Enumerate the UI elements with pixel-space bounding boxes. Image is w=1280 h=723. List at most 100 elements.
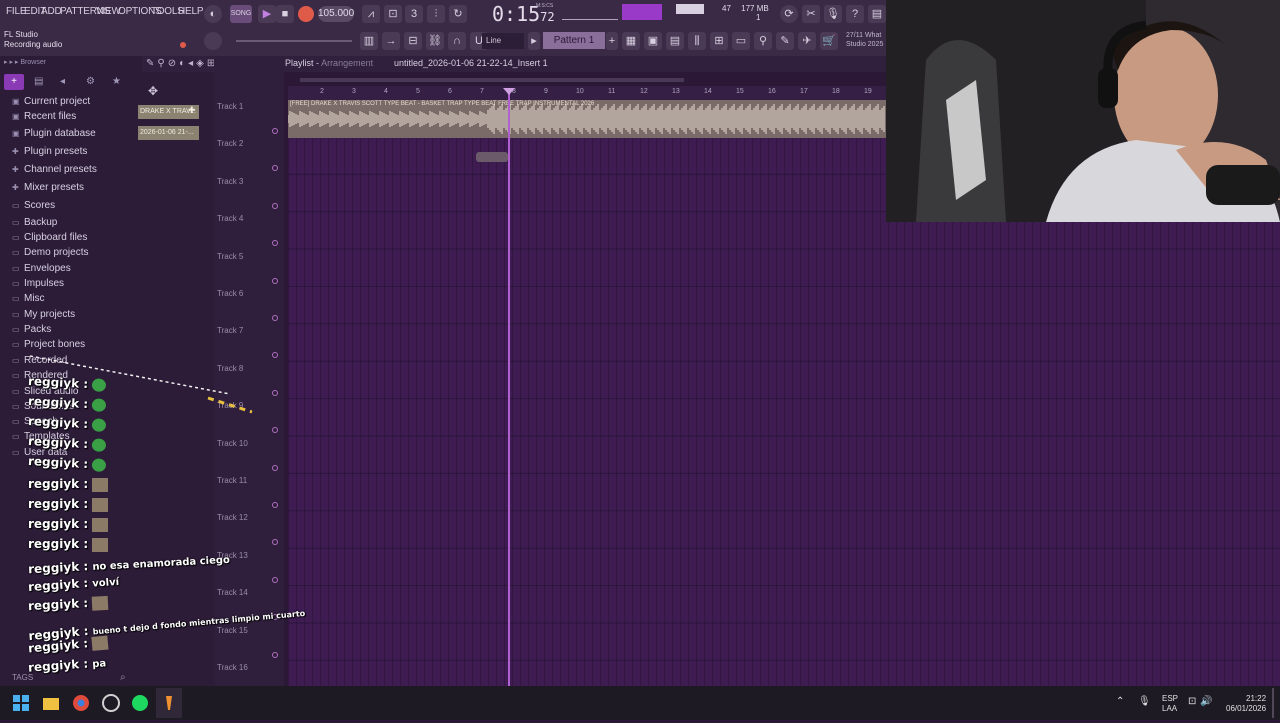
browser-item[interactable]: ▭ Clipboard files <box>12 232 87 243</box>
taskbar-clock[interactable]: 21:22 06/01/2026 <box>1226 694 1266 714</box>
pattern-selector[interactable]: Pattern 1 <box>543 32 605 49</box>
piano-icon[interactable]: ▥ <box>360 32 378 50</box>
file-explorer-icon[interactable] <box>42 694 60 712</box>
browser-star-icon[interactable]: ★ <box>112 76 121 87</box>
countdown-icon[interactable]: 3 <box>405 5 423 23</box>
menu-add[interactable]: ADD <box>41 6 62 17</box>
plugin-icon[interactable]: ⚲ <box>754 32 772 50</box>
magnet-icon[interactable]: ∩ <box>448 32 466 50</box>
cpu-refresh-icon[interactable]: ⟳ <box>780 5 798 23</box>
track-label[interactable]: Track 7 <box>217 326 243 335</box>
browser-plugin-icon[interactable]: ⚙ <box>86 76 95 87</box>
browser-item[interactable]: ▭ Scores <box>12 200 55 211</box>
browser-item[interactable]: ▭ Backup <box>12 217 57 228</box>
track-mute-icon[interactable] <box>272 315 278 321</box>
track-label[interactable]: Track 14 <box>217 588 248 597</box>
arrow-icon[interactable]: → <box>382 32 400 50</box>
playlist-icon[interactable]: ▦ <box>622 32 640 50</box>
cart-icon[interactable]: 🛒 <box>820 32 838 50</box>
save-icon[interactable]: ▤ <box>868 5 886 23</box>
timeline-ruler[interactable]: 2 3 4 5 6 7 8 9 10 11 12 13 14 15 16 17 18 19 <box>288 86 886 100</box>
master-slider[interactable] <box>236 40 352 42</box>
microphone-icon[interactable]: 🎙 <box>824 5 842 23</box>
browser-item[interactable]: ▭ Impulses <box>12 278 64 289</box>
browser-back-icon[interactable]: ◂ <box>60 76 65 87</box>
wait-input-icon[interactable]: ⊡ <box>384 5 402 23</box>
browser-item[interactable]: ▣ Plugin database <box>12 128 96 139</box>
track-mute-icon[interactable] <box>272 502 278 508</box>
record-button[interactable] <box>298 6 314 22</box>
horizontal-scrollbar[interactable] <box>300 78 684 82</box>
browser-item[interactable]: ✚ Channel presets <box>12 164 97 175</box>
browser-item[interactable]: ▭ My projects <box>12 309 75 320</box>
track-label[interactable]: Track 12 <box>217 513 248 522</box>
track-mute-icon[interactable] <box>272 576 278 583</box>
track-label[interactable]: Track 1 <box>217 102 243 111</box>
tray-mic-icon[interactable]: 🎙 <box>1138 696 1151 707</box>
track-mute-icon[interactable] <box>272 464 278 471</box>
dragging-clip[interactable] <box>476 152 508 162</box>
tray-network-volume-icon[interactable]: ⊡🔊 <box>1188 696 1217 707</box>
track-mute-icon[interactable] <box>272 389 278 396</box>
song-mode-toggle[interactable]: SONG <box>230 5 252 23</box>
snap-select[interactable]: Line <box>482 33 524 49</box>
browser-item[interactable]: ▭ Misc <box>12 293 45 304</box>
browser-item[interactable]: ▭ Packs <box>12 324 51 335</box>
browser-all-tab-icon[interactable]: + <box>4 74 24 90</box>
menu-help[interactable]: HELP <box>178 6 204 17</box>
browser-item[interactable]: ▣ Recent files <box>12 111 76 122</box>
track-mute-icon[interactable] <box>272 277 278 284</box>
pattern-add-icon[interactable]: + <box>606 32 618 50</box>
step-edit-icon[interactable]: ⫶ <box>427 5 445 23</box>
piano-roll-icon[interactable]: ▤ <box>666 32 684 50</box>
clip-source-add-icon[interactable]: ✚ <box>188 105 196 116</box>
chrome-icon[interactable] <box>72 694 90 712</box>
track-label[interactable]: Track 3 <box>217 177 243 186</box>
track-label[interactable]: Track 5 <box>217 252 243 261</box>
play-button[interactable]: ▶ <box>258 5 276 23</box>
pattern-prev-icon[interactable]: ▸ <box>528 32 540 50</box>
browser-item[interactable]: ▭ Envelopes <box>12 263 71 274</box>
browser-item[interactable]: ▣ Current project <box>12 96 90 107</box>
edison-icon[interactable]: ✎ <box>776 32 794 50</box>
windows-start-icon[interactable] <box>12 694 30 712</box>
track-mute-icon[interactable] <box>272 128 278 134</box>
track-label[interactable]: Track 2 <box>217 139 243 148</box>
tempo-display[interactable]: 105.000 <box>318 6 354 22</box>
track-mute-icon[interactable] <box>272 651 278 658</box>
track-label[interactable]: Track 16 <box>217 663 248 672</box>
playhead-marker-icon[interactable] <box>503 88 515 95</box>
obs-icon[interactable] <box>102 694 120 712</box>
metronome-icon[interactable]: ⩘ <box>362 5 380 23</box>
browser-item[interactable]: ▭ Demo projects <box>12 247 88 258</box>
spotify-icon[interactable] <box>131 694 149 712</box>
browser-search-icon[interactable]: ⌕ <box>120 672 126 683</box>
help-icon[interactable]: ? <box>846 5 864 23</box>
playhead[interactable] <box>508 90 510 686</box>
browser-files-icon[interactable]: ▤ <box>34 76 43 87</box>
channel-rack-icon[interactable]: ▣ <box>644 32 662 50</box>
stop-button[interactable]: ■ <box>276 5 294 23</box>
track-label[interactable]: Track 4 <box>217 214 243 223</box>
touch-icon[interactable]: ✈ <box>798 32 816 50</box>
show-desktop-button[interactable] <box>1272 688 1274 718</box>
project-icon[interactable]: ▭ <box>732 32 750 50</box>
track-label[interactable]: Track 15 <box>217 626 248 635</box>
track-label[interactable]: Track 10 <box>217 439 248 448</box>
browser-item[interactable]: ✚ Plugin presets <box>12 146 87 157</box>
news-panel[interactable]: 27/11 What Studio 2025 <box>846 31 883 49</box>
mixer-icon[interactable]: ⫼ <box>688 32 706 50</box>
fl-studio-taskbar-item[interactable] <box>156 688 182 718</box>
loop-record-icon[interactable]: ↻ <box>449 5 467 23</box>
track-label[interactable]: Track 11 <box>217 476 247 485</box>
clip-source-2[interactable]: 2026-01-06 21-... <box>138 126 199 140</box>
track-label[interactable]: Track 6 <box>217 289 243 298</box>
browser-item[interactable]: ▭ Project bones <box>12 339 85 350</box>
move-tool-icon[interactable]: ✥ <box>148 84 158 98</box>
stamp-icon[interactable]: ⊟ <box>404 32 422 50</box>
master-pitch-knob[interactable] <box>204 32 222 50</box>
tools-icon[interactable]: ✂ <box>802 5 820 23</box>
keyboard-language[interactable]: ESP LAA <box>1162 694 1178 714</box>
browser-item[interactable]: ✚ Mixer presets <box>12 182 84 193</box>
track-mute-icon[interactable] <box>272 202 278 209</box>
